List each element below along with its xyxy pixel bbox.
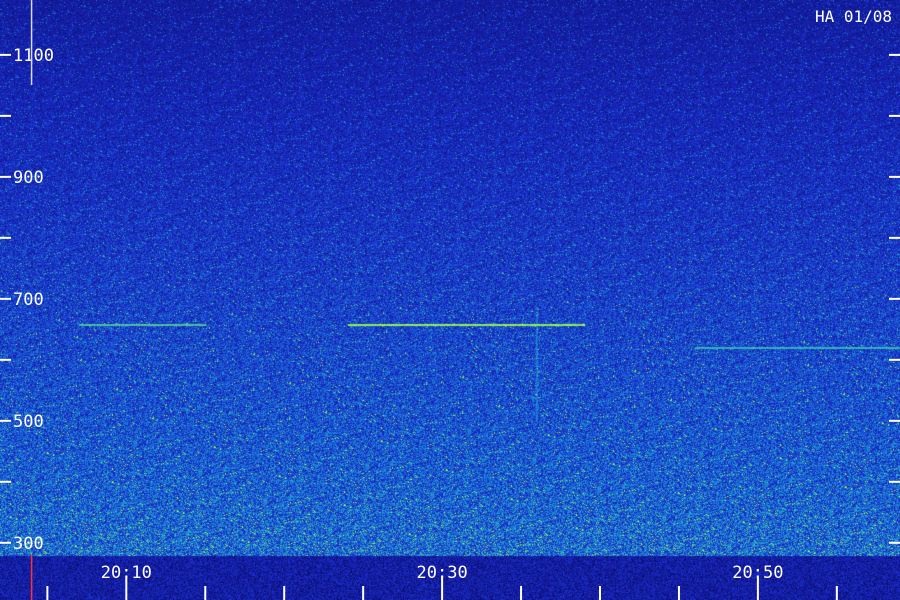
spectrogram-axes: 300 500 700 900 1100 20:10 20:30 20:50 HA 01/0… — [0, 0, 900, 600]
x-tick-label: 20:30 — [417, 563, 468, 583]
y-tick-label: 700 — [13, 290, 44, 310]
x-tick-label: 20:50 — [732, 563, 783, 583]
x-tick-label: 20:10 — [101, 563, 152, 583]
x-axis: 20:10 20:30 20:50 — [46, 563, 838, 600]
spectrogram-panel: 300 500 700 900 1100 20:10 20:30 20:50 HA 01/0… — [0, 0, 900, 600]
station-label: HA 01/08 — [815, 7, 892, 26]
y-tick-label: 900 — [13, 168, 44, 188]
y-tick-label: 1100 — [13, 46, 54, 66]
y-tick-label: 500 — [13, 412, 44, 432]
y-axis: 300 500 700 900 1100 — [0, 46, 900, 554]
y-tick-label: 300 — [13, 534, 44, 554]
